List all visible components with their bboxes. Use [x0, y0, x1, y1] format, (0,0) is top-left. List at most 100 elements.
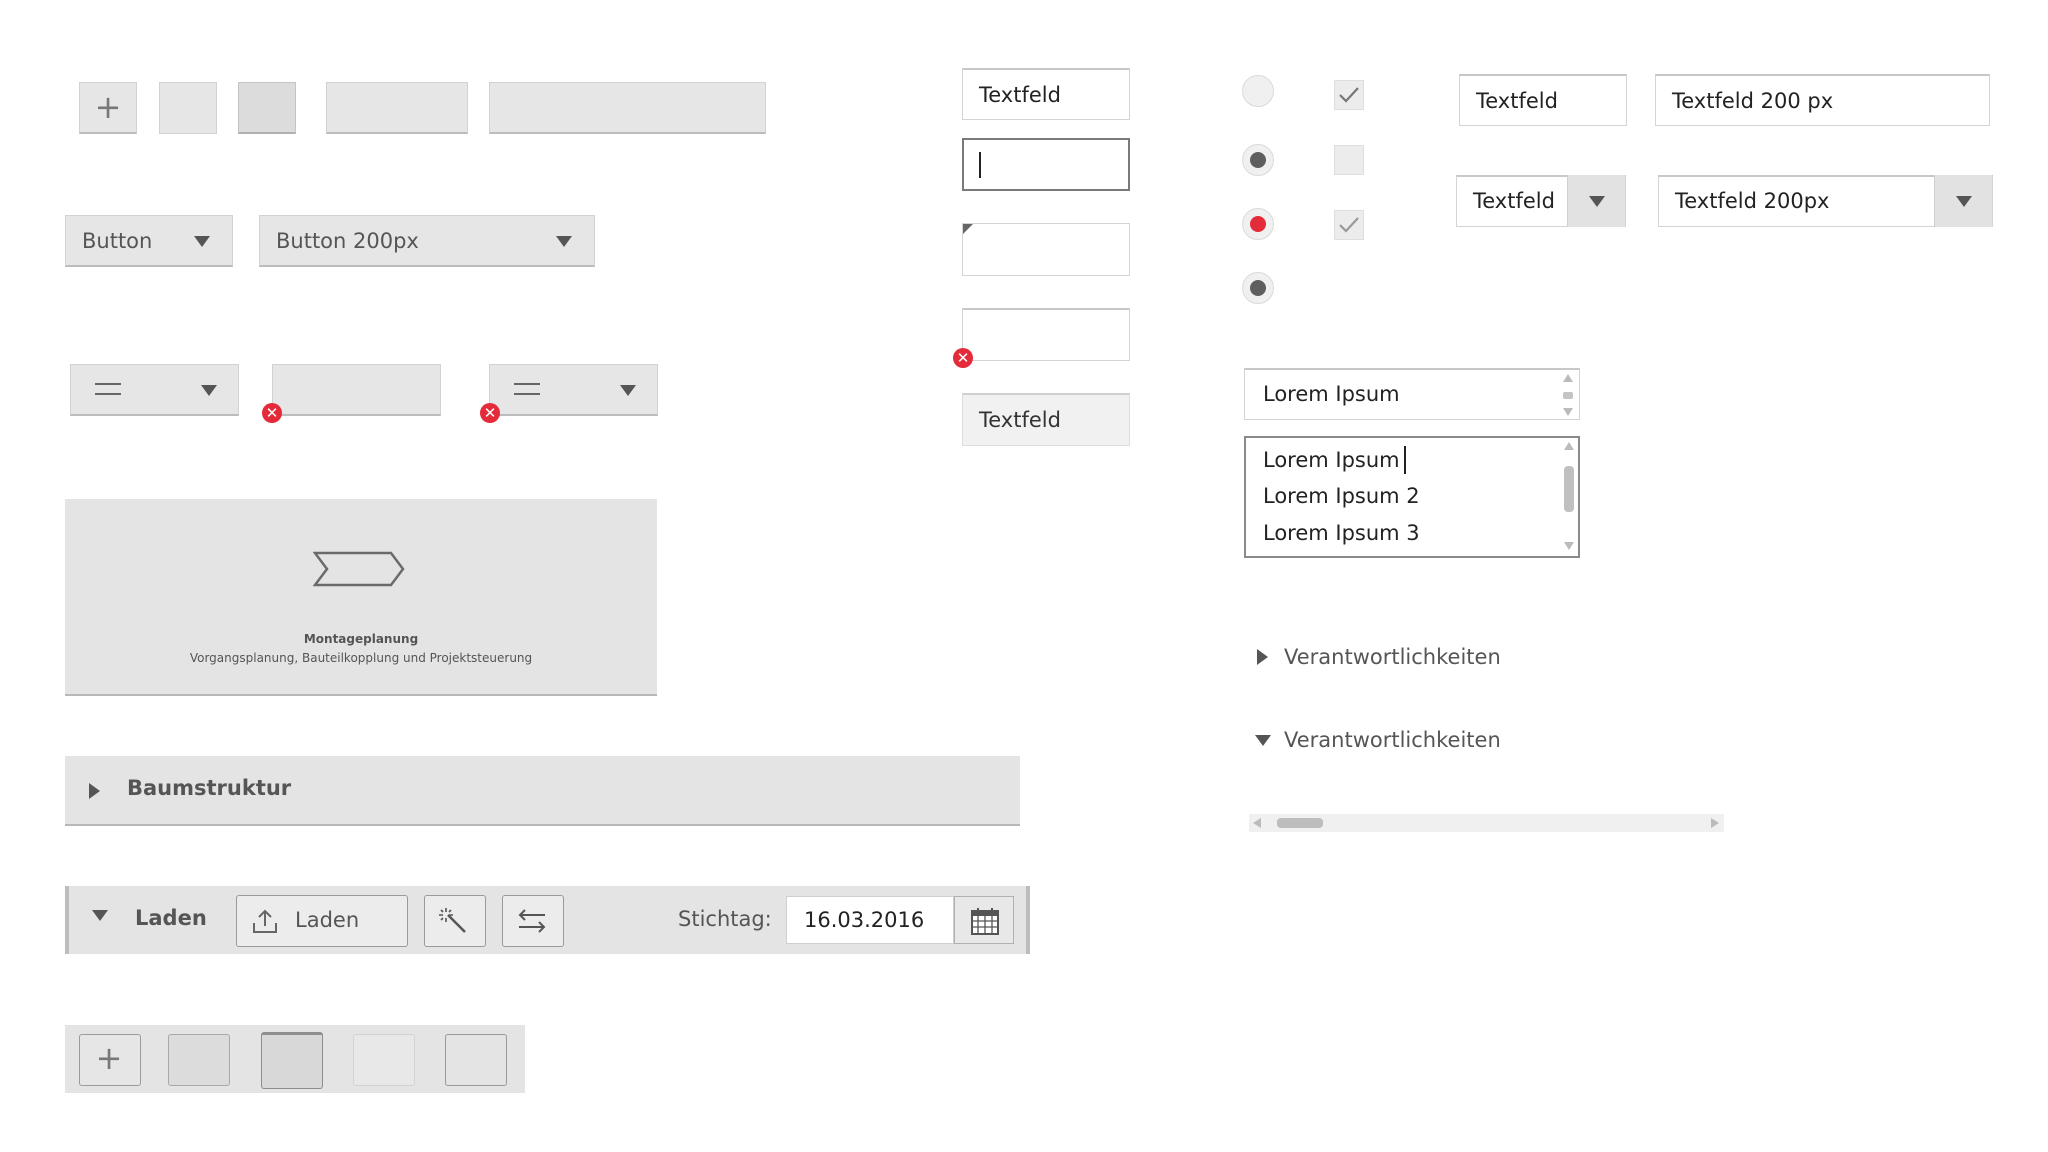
wide-button[interactable] [489, 82, 766, 134]
small-button-pressed[interactable] [238, 82, 296, 134]
calendar-button[interactable] [954, 896, 1014, 944]
plus-icon: + [94, 88, 122, 126]
list-item[interactable]: Lorem Ipsum [1263, 448, 1400, 472]
chevron-down-icon [620, 385, 636, 396]
text-field-small[interactable]: Textfeld [1459, 74, 1627, 126]
bar-button-disabled[interactable] [353, 1034, 415, 1086]
bar-button[interactable] [168, 1034, 230, 1086]
error-icon: ✕ [262, 403, 282, 423]
combo-box-200-button[interactable] [1934, 175, 1992, 227]
tree-header[interactable]: Baumstruktur [65, 756, 1020, 826]
text-cursor [979, 152, 981, 178]
text-field-focused[interactable] [962, 138, 1130, 191]
menu-icon [514, 383, 540, 395]
text-field-readonly: Textfeld [962, 393, 1130, 446]
chevron-down-icon [201, 385, 217, 396]
radio-selected-disabled[interactable] [1242, 272, 1274, 304]
plus-icon: + [95, 1039, 123, 1077]
error-button[interactable] [272, 364, 441, 416]
toolbar-title: Laden [135, 906, 207, 930]
add-button[interactable]: + [79, 82, 137, 134]
list-item[interactable]: Lorem Ipsum 2 [1263, 484, 1420, 508]
chevron-down-icon [1956, 196, 1972, 207]
chevron-down-icon [194, 236, 210, 247]
radio-dot [1250, 280, 1266, 296]
date-field[interactable]: 16.03.2016 [786, 896, 954, 944]
spin-listbox[interactable]: Lorem Ipsum [1244, 368, 1580, 420]
medium-button[interactable] [326, 82, 468, 134]
bar-button-pressed[interactable] [261, 1032, 323, 1089]
list-item[interactable]: Lorem Ipsum 3 [1263, 521, 1420, 545]
text-field[interactable]: Textfeld [962, 68, 1130, 120]
dropdown-button-200[interactable]: Button 200px [259, 215, 595, 267]
checkbox-checked-disabled[interactable] [1334, 210, 1364, 240]
load-button-label: Laden [295, 908, 360, 932]
text-cursor [1404, 446, 1406, 474]
text-field-required[interactable] [962, 223, 1130, 276]
scrollbar-thumb[interactable] [1277, 818, 1323, 828]
combo-box-value: Textfeld [1473, 189, 1555, 213]
radio-selected[interactable] [1242, 144, 1274, 176]
menu-icon [95, 383, 121, 395]
spin-thumb[interactable] [1563, 392, 1573, 399]
scroll-left-icon[interactable] [1253, 818, 1261, 828]
calendar-icon [971, 907, 999, 935]
magic-wand-button[interactable] [424, 895, 486, 947]
text-field-value: Textfeld [979, 83, 1061, 107]
text-field-small-value: Textfeld [1476, 89, 1558, 113]
bar-button-outline[interactable] [445, 1034, 507, 1086]
scroll-down-icon[interactable] [1564, 542, 1574, 550]
spin-down-icon[interactable] [1563, 408, 1573, 416]
radio-unselected[interactable] [1242, 75, 1274, 107]
menu-dropdown-error[interactable] [489, 364, 658, 416]
listbox[interactable]: Lorem Ipsum Lorem Ipsum 2 Lorem Ipsum 3 [1244, 436, 1580, 558]
error-icon: ✕ [480, 403, 500, 423]
checkmark-icon [1338, 214, 1360, 236]
checkbox-checked[interactable] [1334, 80, 1364, 110]
scroll-up-icon[interactable] [1564, 442, 1574, 450]
collapse-icon[interactable] [92, 910, 108, 921]
tree-header-label: Baumstruktur [127, 776, 292, 800]
accordion-collapsed[interactable]: Verantwortlichkeiten [1255, 640, 1555, 676]
chevron-down-icon [1589, 196, 1605, 207]
radio-dot [1250, 152, 1266, 168]
horizontal-scrollbar[interactable] [1249, 814, 1724, 832]
combo-box[interactable]: Textfeld [1456, 175, 1626, 227]
text-field-200[interactable]: Textfeld 200 px [1655, 74, 1990, 126]
dropdown-button[interactable]: Button [65, 215, 233, 267]
radio-selected-error[interactable] [1242, 208, 1274, 240]
scrollbar-thumb[interactable] [1564, 466, 1574, 512]
upload-icon [251, 907, 279, 935]
spin-listbox-value: Lorem Ipsum [1263, 382, 1400, 406]
expand-icon [89, 783, 100, 799]
combo-box-200[interactable]: Textfeld 200px [1658, 175, 1993, 227]
magic-wand-icon [439, 906, 469, 936]
expand-icon [1257, 649, 1268, 665]
error-icon: ✕ [953, 348, 973, 368]
checkbox-unchecked[interactable] [1334, 145, 1364, 175]
radio-dot-error [1250, 216, 1266, 232]
load-button[interactable]: Laden [236, 895, 408, 947]
swap-button[interactable] [502, 895, 564, 947]
date-value: 16.03.2016 [804, 908, 925, 932]
text-field-error[interactable] [962, 308, 1130, 361]
load-toolbar: Laden Laden Stichtag: 16.03.2016 [65, 886, 1030, 954]
small-button[interactable] [159, 82, 217, 134]
app-tile[interactable]: Montageplanung Vorgangsplanung, Bauteilk… [65, 499, 657, 696]
tile-subtitle: Vorgangsplanung, Bauteilkopplung und Pro… [189, 651, 533, 665]
dropdown-button-label: Button [82, 228, 153, 253]
accordion-expanded[interactable]: Verantwortlichkeiten [1255, 723, 1555, 759]
chevron-down-icon [556, 236, 572, 247]
checkmark-icon [1338, 84, 1360, 106]
combo-box-200-value: Textfeld 200px [1675, 189, 1830, 213]
collapse-icon [1255, 735, 1271, 746]
tile-title: Montageplanung [303, 632, 419, 646]
scroll-right-icon[interactable] [1711, 818, 1719, 828]
combo-box-button[interactable] [1567, 175, 1625, 227]
text-field-200-value: Textfeld 200 px [1672, 89, 1834, 113]
menu-dropdown[interactable] [70, 364, 239, 416]
spin-up-icon[interactable] [1563, 374, 1573, 382]
add-button[interactable]: + [79, 1034, 141, 1086]
arrow-tag-icon [313, 551, 405, 587]
required-marker-icon [963, 224, 973, 234]
